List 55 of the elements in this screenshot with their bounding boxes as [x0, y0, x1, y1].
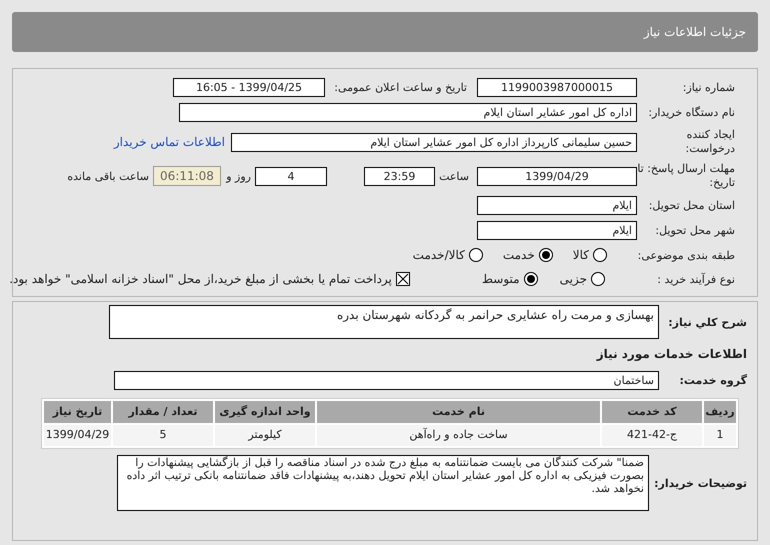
countdown-field: 06:11:08 [153, 166, 221, 186]
column-header: واحد اندازه گیری [215, 401, 315, 423]
text-field[interactable]: 4 [255, 166, 327, 186]
text-field[interactable]: ایلام [477, 196, 637, 215]
field-label: ساعت [438, 170, 470, 182]
field-label: ساعت باقی مانده [67, 170, 150, 182]
field-label: تاریخ و ساعت اعلان عمومی: [333, 81, 468, 94]
checkbox[interactable] [396, 272, 410, 286]
text-field[interactable]: 1399/04/29 [477, 166, 637, 186]
column-header: تاریخ نیاز [44, 401, 111, 423]
radio-label: خدمت [502, 247, 535, 264]
field-label: شماره نیاز: [682, 81, 735, 94]
field-label: مهلت ارسال پاسخ: تا تاریخ: [637, 162, 735, 190]
field-label: روز و [224, 170, 252, 182]
column-header: کد خدمت [602, 401, 702, 423]
text-field[interactable]: ایلام [477, 221, 637, 240]
table-cell: 5 [113, 425, 213, 446]
radio-button[interactable] [593, 248, 607, 262]
field-label: شرح کلي نياز: [667, 316, 747, 328]
text-field[interactable]: 1399/04/25 - 16:05 [173, 78, 325, 97]
field-label: نام دستگاه خریدار: [647, 106, 735, 119]
page-title: جزئیات اطلاعات نیاز [644, 24, 746, 41]
radio-button[interactable] [538, 248, 553, 262]
radio-button[interactable] [468, 248, 483, 262]
radio-label: متوسط [482, 271, 520, 288]
field-label: شهر محل تحویل: [654, 224, 735, 237]
field-label: طبقه بندی موضوعی: [636, 248, 735, 262]
contact-link[interactable]: اطلاعات تماس خریدار [114, 133, 225, 151]
field-label: گروه خدمت: [678, 374, 747, 387]
description-field[interactable]: بهسازی و مرمت راه عشایری حرانمر به گردکانه شهرستان بدره [109, 305, 659, 339]
text-field[interactable]: حسین سلیمانی کارپرداز اداره کل امور عشایر استان ایلام [231, 132, 637, 152]
field-label: نوع فرآیند خرید : [656, 272, 735, 286]
radio-button[interactable] [591, 272, 605, 286]
table-cell: ج-42-421 [602, 425, 702, 446]
text-field[interactable]: ساختمان [114, 371, 659, 390]
column-header: ردیف [704, 401, 736, 423]
field-label: توضیحات خریدار: [653, 476, 747, 490]
notes-field: ضمنا" شرکت کنندگان می بایست ضمانتنامه به مبلغ درج شده در اسناد مناقصه را قبل از بازگشایی پیشنهادات را بصورت فیزیکی به اداره کل امور عشایر استان ایلام تحویل دهند،به پیشنهادات فاقد ضمانتنامه بانکی ترتیب اثر داده نخواهد شد. [117, 455, 649, 511]
field-label: استان محل تحویل: [648, 199, 735, 212]
table-cell: 1399/04/29 [44, 425, 111, 446]
text-field[interactable]: 1199003987000015 [477, 78, 637, 97]
table-cell: 1 [704, 425, 736, 446]
checkbox-label: پرداخت تمام یا بخشی از مبلغ خرید،از محل "اسناد خزانه اسلامی" خواهد بود. [9, 271, 392, 288]
field-label: ایجاد کننده درخواست: [684, 128, 735, 156]
radio-label: کالا/خدمت [412, 247, 465, 264]
table-cell: کیلومتر [215, 425, 315, 446]
column-header: تعداد / مقدار [113, 401, 213, 423]
text-field[interactable]: 23:59 [364, 166, 435, 186]
section-heading: اطلاعات خدمات مورد نیاز [595, 346, 747, 363]
text-field[interactable]: اداره کل امور عشایر استان ایلام [179, 103, 637, 122]
radio-button[interactable] [524, 272, 538, 286]
radio-label: کالا [572, 247, 589, 264]
table-cell: ساخت جاده و راه‌آهن [317, 425, 600, 446]
column-header: نام خدمت [317, 401, 600, 423]
radio-label: جزیی [560, 271, 587, 288]
